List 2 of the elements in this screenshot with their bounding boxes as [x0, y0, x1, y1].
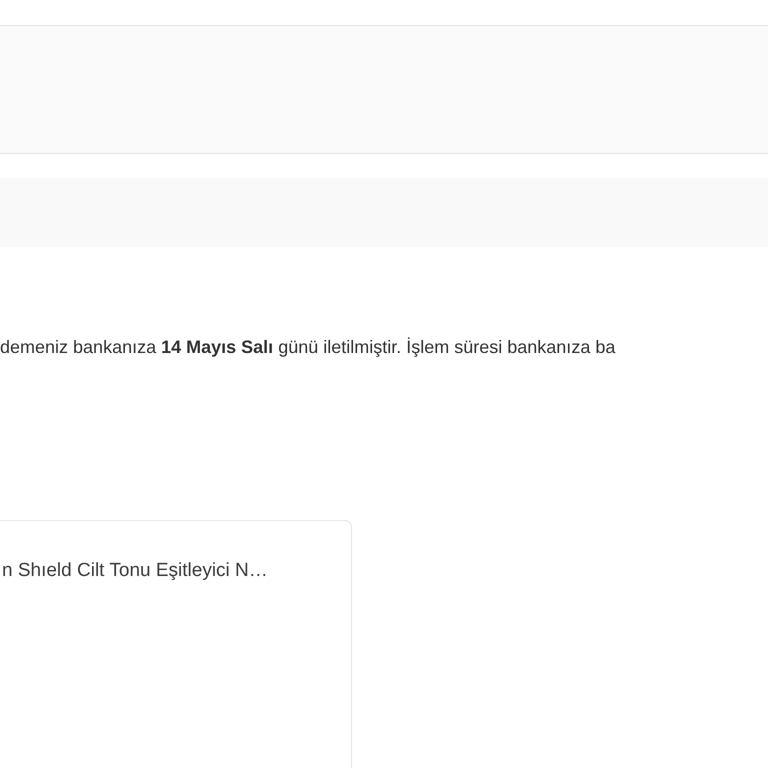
payment-notice: demeniz bankanıza 14 Mayıs Salı günü iletilmiştir. İşlem süresi bankanıza ba	[0, 336, 616, 359]
product-title: n Shıeld Cilt Tonu Eşitleyici N…	[2, 559, 268, 583]
